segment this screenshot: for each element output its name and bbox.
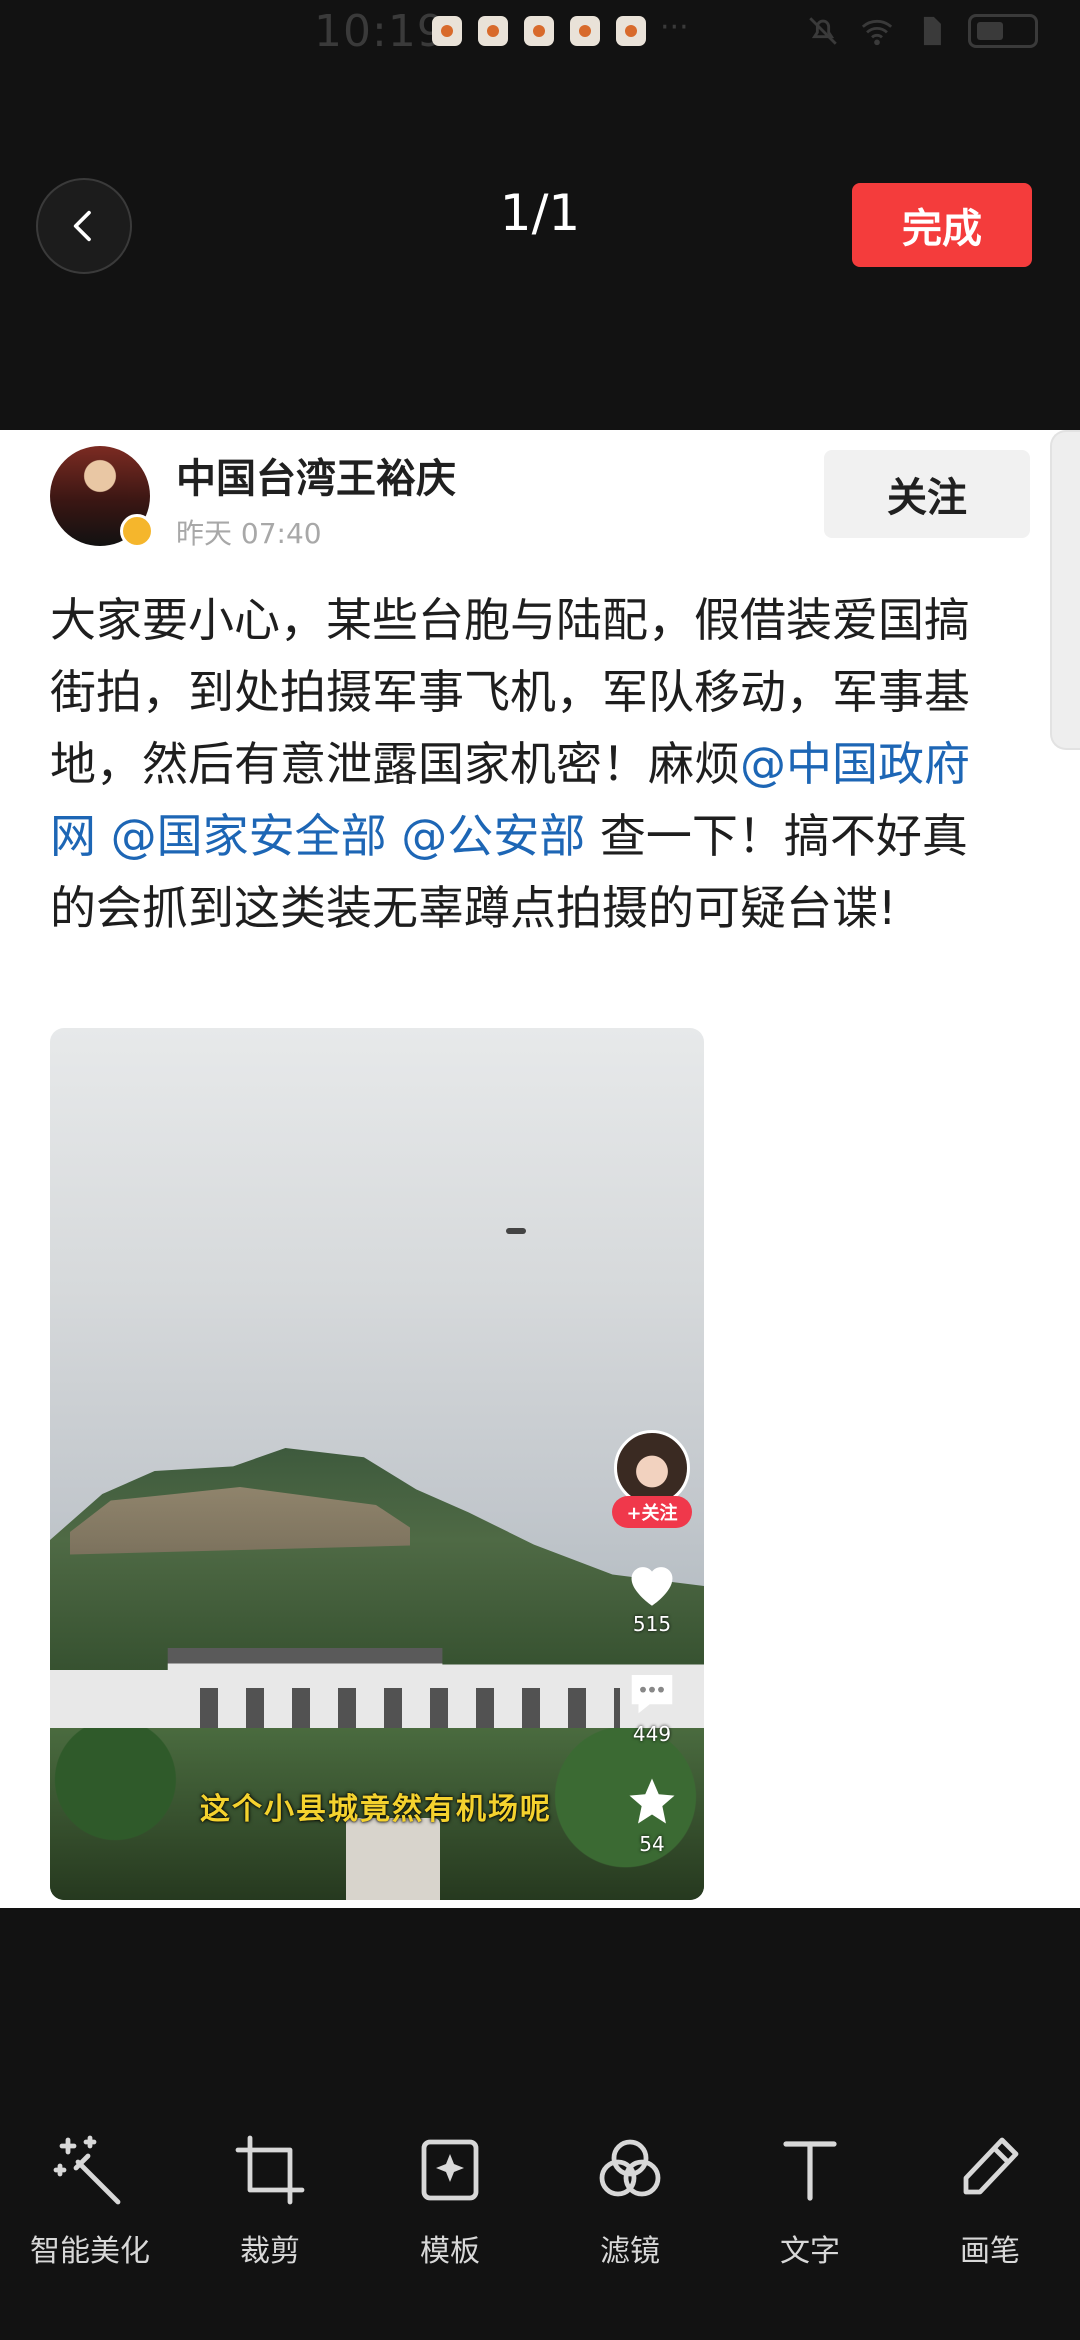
post-time: 昨天 07:40 — [176, 517, 322, 550]
video-caption: 这个小县城竟然有机场呢 — [200, 1792, 552, 1827]
mention-link: @公安部 — [401, 809, 586, 863]
comment-count: 449 — [632, 1722, 672, 1746]
text-icon — [783, 2141, 837, 2201]
back-button[interactable] — [36, 178, 132, 274]
creator-follow-badge: +关注 — [612, 1496, 692, 1528]
verified-badge-icon — [120, 514, 154, 548]
like-action: 515 — [610, 1558, 694, 1636]
comment-icon — [631, 1675, 673, 1714]
post-text: 大家要小心，某些台胞与陆配，假借装爱国搞街拍，到处拍摄军事飞机，军队移动，军事基… — [50, 584, 1010, 944]
tool-pen[interactable]: 画笔 — [900, 2130, 1080, 2300]
tool-crop[interactable]: 裁剪 — [180, 2130, 360, 2300]
more-notifications: ··· — [660, 10, 689, 45]
done-button[interactable]: 完成 — [852, 183, 1032, 267]
system-icons — [806, 14, 1038, 48]
chevron-left-icon — [73, 210, 91, 242]
favorite-action: 54 — [610, 1774, 694, 1856]
wifi-icon — [861, 19, 893, 46]
scroll-handle[interactable] — [1050, 430, 1080, 750]
tool-label: 画笔 — [960, 2234, 1020, 2269]
creator-avatar — [614, 1430, 690, 1506]
mute-icon — [809, 17, 837, 45]
status-bar: 10:19 ··· — [0, 0, 1080, 64]
tool-filter[interactable]: 滤镜 — [540, 2130, 720, 2300]
tool-smart-beautify[interactable]: 智能美化 — [0, 2130, 180, 2300]
app-notification-icon — [570, 16, 600, 46]
building-windows — [200, 1688, 620, 1728]
notification-icons — [432, 16, 646, 46]
app-notification-icon — [432, 16, 462, 46]
magic-wand-icon — [53, 2135, 121, 2205]
sim-icon — [923, 16, 941, 46]
stone-pillar — [346, 1818, 440, 1900]
tool-label: 智能美化 — [30, 2234, 150, 2269]
airplane-silhouette — [506, 1228, 526, 1234]
favorite-count: 54 — [639, 1832, 665, 1856]
tool-label: 文字 — [780, 2234, 840, 2269]
mention-link: @国家安全部 — [110, 809, 387, 863]
heart-icon — [631, 1567, 673, 1606]
tool-text[interactable]: 文字 — [720, 2130, 900, 2300]
tool-label: 裁剪 — [240, 2234, 300, 2269]
battery-icon — [968, 14, 1038, 48]
mountain-scene — [50, 1448, 704, 1678]
video-thumbnail: 这个小县城竟然有机场呢 +关注 515 449 54 — [50, 1028, 704, 1900]
like-count: 515 — [632, 1612, 672, 1636]
app-notification-icon — [616, 16, 646, 46]
template-icon — [421, 2139, 479, 2201]
author-name: 中国台湾王裕庆 — [176, 456, 456, 502]
pen-icon — [963, 2137, 1019, 2195]
comment-action: 449 — [610, 1668, 694, 1746]
image-editor-screen: 10:19 ··· 1/1 完成 中国台湾王裕庆 昨天 07:40 关注 大家要… — [0, 0, 1080, 2340]
tool-label: 滤镜 — [600, 2234, 660, 2269]
page-counter: 1/1 — [499, 184, 581, 242]
tool-label: 模板 — [420, 2234, 480, 2269]
crop-icon — [235, 2135, 305, 2205]
post-image-preview: 中国台湾王裕庆 昨天 07:40 关注 大家要小心，某些台胞与陆配，假借装爱国搞… — [0, 430, 1080, 1908]
edit-toolbar: 智能美化 裁剪 模板 滤镜 文字 画笔 — [0, 2130, 1080, 2300]
app-notification-icon — [524, 16, 554, 46]
tool-template[interactable]: 模板 — [360, 2130, 540, 2300]
status-time: 10:19 — [314, 6, 446, 57]
follow-button: 关注 — [824, 450, 1030, 538]
filter-icon — [599, 2139, 661, 2197]
star-icon — [629, 1778, 675, 1824]
app-notification-icon — [478, 16, 508, 46]
